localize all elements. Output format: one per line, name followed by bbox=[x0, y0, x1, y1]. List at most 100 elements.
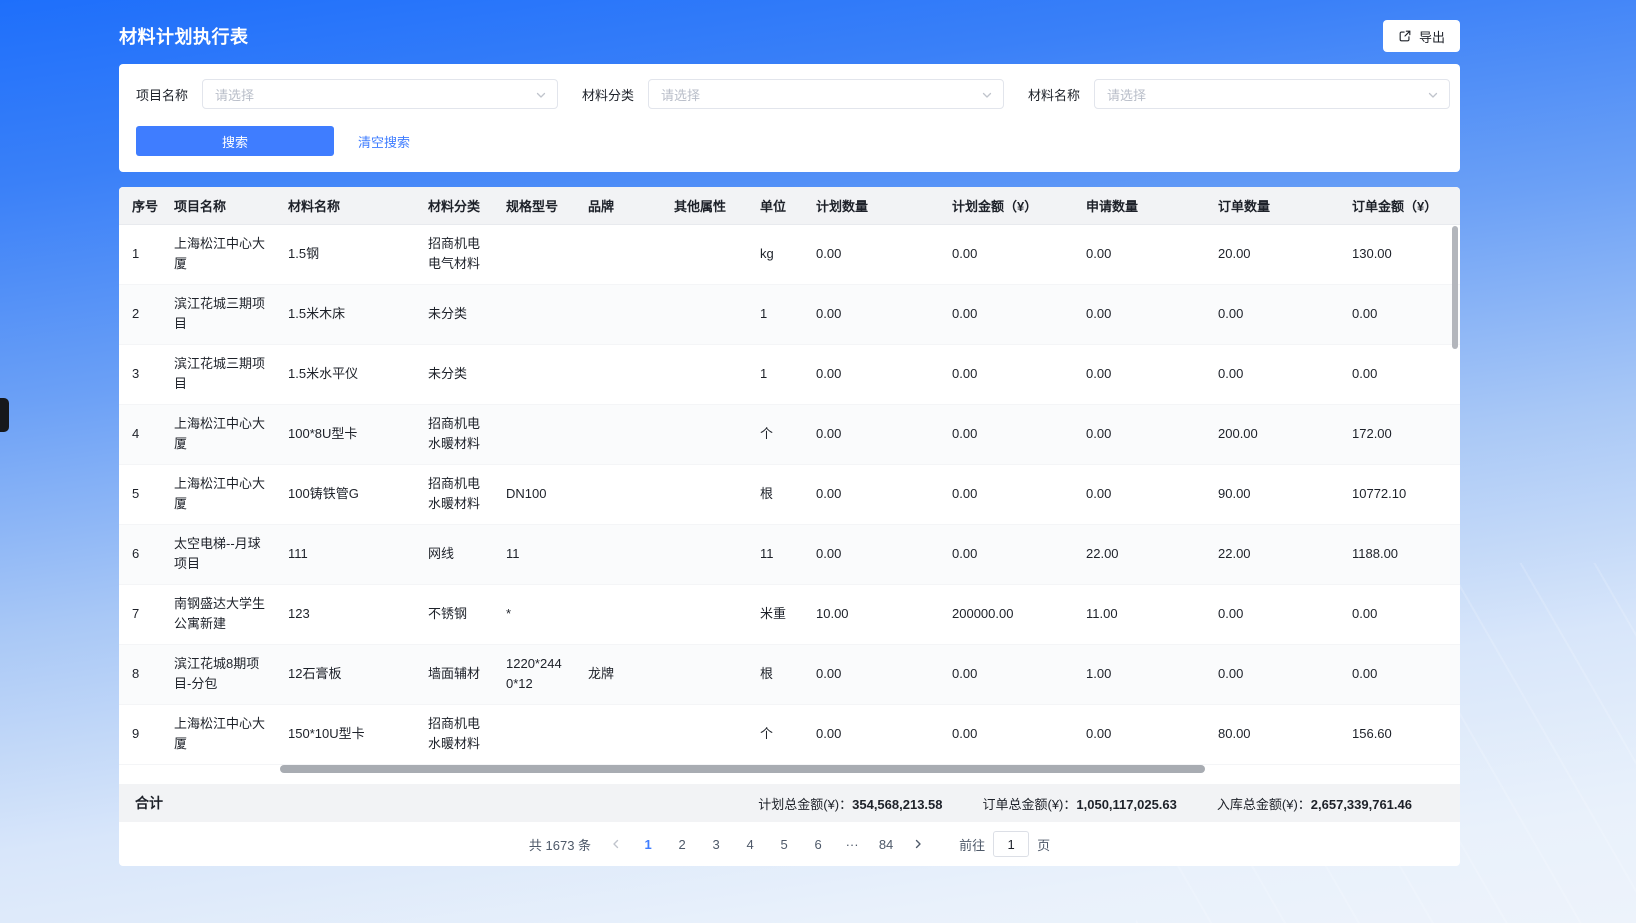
cell: 0.00 bbox=[1342, 584, 1460, 644]
cell: 0.00 bbox=[1342, 284, 1460, 344]
table-header-row: 序号项目名称材料名称材料分类规格型号品牌其他属性单位计划数量计划金额（¥）申请数… bbox=[119, 187, 1460, 224]
page-title: 材料计划执行表 bbox=[119, 23, 249, 49]
material-name-label: 材料名称 bbox=[1028, 85, 1080, 104]
column-header: 计划数量 bbox=[806, 187, 942, 224]
cell: 5 bbox=[119, 464, 164, 524]
horizontal-scrollbar-thumb[interactable] bbox=[280, 765, 1205, 773]
select-placeholder: 请选择 bbox=[661, 85, 700, 104]
chevron-down-icon bbox=[535, 89, 547, 101]
cell: 200000.00 bbox=[942, 584, 1076, 644]
page-button[interactable]: 6 bbox=[801, 830, 835, 858]
cell bbox=[664, 644, 750, 704]
filter-field-material-category: 材料分类 请选择 bbox=[582, 79, 1004, 109]
cell: 0.00 bbox=[1076, 464, 1208, 524]
column-header: 申请数量 bbox=[1076, 187, 1208, 224]
cell: 1 bbox=[119, 224, 164, 284]
cell: 3 bbox=[119, 344, 164, 404]
material-plan-table: 序号项目名称材料名称材料分类规格型号品牌其他属性单位计划数量计划金额（¥）申请数… bbox=[119, 187, 1460, 765]
cell bbox=[578, 584, 664, 644]
select-placeholder: 请选择 bbox=[1107, 85, 1146, 104]
cell: 0.00 bbox=[1076, 224, 1208, 284]
cell bbox=[578, 524, 664, 584]
cell: 0.00 bbox=[942, 464, 1076, 524]
summary-total-label: 合计 bbox=[135, 793, 163, 813]
cell bbox=[578, 464, 664, 524]
cell: 111 bbox=[278, 524, 418, 584]
cell: 0.00 bbox=[806, 524, 942, 584]
goto-page-input[interactable] bbox=[993, 831, 1029, 857]
page-button-last[interactable]: 84 bbox=[869, 830, 903, 858]
cell: 0.00 bbox=[806, 464, 942, 524]
column-header: 品牌 bbox=[578, 187, 664, 224]
cell: 90.00 bbox=[1208, 464, 1342, 524]
cell: 0.00 bbox=[1208, 584, 1342, 644]
cell: 123 bbox=[278, 584, 418, 644]
cell: 0.00 bbox=[1076, 344, 1208, 404]
cell: 招商机电电气材料 bbox=[418, 224, 496, 284]
cell: 0.00 bbox=[942, 524, 1076, 584]
cell: 150*10U型卡 bbox=[278, 704, 418, 764]
cell: 1 bbox=[750, 284, 806, 344]
next-page-button[interactable] bbox=[903, 830, 933, 858]
cell: 0.00 bbox=[942, 404, 1076, 464]
table-row[interactable]: 8滨江花城8期项目-分包12石膏板墙面辅材1220*2440*12龙牌根0.00… bbox=[119, 644, 1460, 704]
table-row[interactable]: 7南钢盛达大学生公寓新建123不锈钢*米重10.00200000.0011.00… bbox=[119, 584, 1460, 644]
cell: 个 bbox=[750, 704, 806, 764]
page-content: 材料计划执行表 导出 项目名称 请选择 材料分类 bbox=[119, 0, 1460, 866]
cell: 20.00 bbox=[1208, 224, 1342, 284]
table-row[interactable]: 3滨江花城三期项目1.5米水平仪未分类10.000.000.000.000.00 bbox=[119, 344, 1460, 404]
export-button[interactable]: 导出 bbox=[1383, 20, 1460, 52]
cell: 172.00 bbox=[1342, 404, 1460, 464]
cell bbox=[664, 584, 750, 644]
cell: kg bbox=[750, 224, 806, 284]
material-category-select[interactable]: 请选择 bbox=[648, 79, 1004, 109]
order-total-amount: 订单总金额(¥)：1,050,117,025.63 bbox=[983, 794, 1177, 813]
cell: 200.00 bbox=[1208, 404, 1342, 464]
cell: 0.00 bbox=[942, 704, 1076, 764]
page-button[interactable]: 1 bbox=[631, 830, 665, 858]
column-header: 材料分类 bbox=[418, 187, 496, 224]
cell: 根 bbox=[750, 644, 806, 704]
select-placeholder: 请选择 bbox=[215, 85, 254, 104]
vertical-scrollbar-thumb[interactable] bbox=[1452, 226, 1458, 349]
table-row[interactable]: 5上海松江中心大厦100铸铁管G招商机电水暖材料DN100根0.000.000.… bbox=[119, 464, 1460, 524]
table-row[interactable]: 9上海松江中心大厦150*10U型卡招商机电水暖材料个0.000.000.008… bbox=[119, 704, 1460, 764]
cell: 0.00 bbox=[942, 284, 1076, 344]
cell: 0.00 bbox=[942, 224, 1076, 284]
cell: 1.5米木床 bbox=[278, 284, 418, 344]
table-row[interactable]: 6太空电梯--月球项目111网线11110.000.0022.0022.0011… bbox=[119, 524, 1460, 584]
page-button[interactable]: 5 bbox=[767, 830, 801, 858]
table-row[interactable]: 2滨江花城三期项目1.5米木床未分类10.000.000.000.000.00 bbox=[119, 284, 1460, 344]
cell: 网线 bbox=[418, 524, 496, 584]
cell bbox=[664, 404, 750, 464]
cell: 0.00 bbox=[806, 224, 942, 284]
page-button[interactable]: 3 bbox=[699, 830, 733, 858]
cell: 0.00 bbox=[1076, 284, 1208, 344]
cell: 龙牌 bbox=[578, 644, 664, 704]
export-icon bbox=[1398, 29, 1412, 43]
filter-row: 项目名称 请选择 材料分类 请选择 材料名称 请选择 bbox=[136, 79, 1443, 109]
table-row[interactable]: 1上海松江中心大厦1.5钢招商机电电气材料kg0.000.000.0020.00… bbox=[119, 224, 1460, 284]
prev-page-button[interactable] bbox=[601, 830, 631, 858]
page-button[interactable]: 2 bbox=[665, 830, 699, 858]
cell: 7 bbox=[119, 584, 164, 644]
filter-actions: 搜索 清空搜索 bbox=[136, 126, 1443, 156]
page-list: 123456 bbox=[631, 830, 835, 858]
cell: 上海松江中心大厦 bbox=[164, 464, 278, 524]
cell: 0.00 bbox=[1076, 704, 1208, 764]
cell: 12石膏板 bbox=[278, 644, 418, 704]
page-button[interactable]: 4 bbox=[733, 830, 767, 858]
cell: 1220*2440*12 bbox=[496, 644, 578, 704]
page-ellipsis[interactable]: ··· bbox=[835, 830, 869, 858]
cell: 11 bbox=[496, 524, 578, 584]
search-button[interactable]: 搜索 bbox=[136, 126, 334, 156]
cell bbox=[578, 224, 664, 284]
table-row[interactable]: 4上海松江中心大厦100*8U型卡招商机电水暖材料个0.000.000.0020… bbox=[119, 404, 1460, 464]
drawer-handle[interactable] bbox=[0, 398, 9, 432]
cell bbox=[496, 344, 578, 404]
project-name-select[interactable]: 请选择 bbox=[202, 79, 558, 109]
material-name-select[interactable]: 请选择 bbox=[1094, 79, 1450, 109]
total-count: 共 1673 条 bbox=[529, 835, 591, 854]
plan-total-value: 354,568,213.58 bbox=[852, 797, 942, 812]
clear-search-button[interactable]: 清空搜索 bbox=[358, 132, 410, 151]
